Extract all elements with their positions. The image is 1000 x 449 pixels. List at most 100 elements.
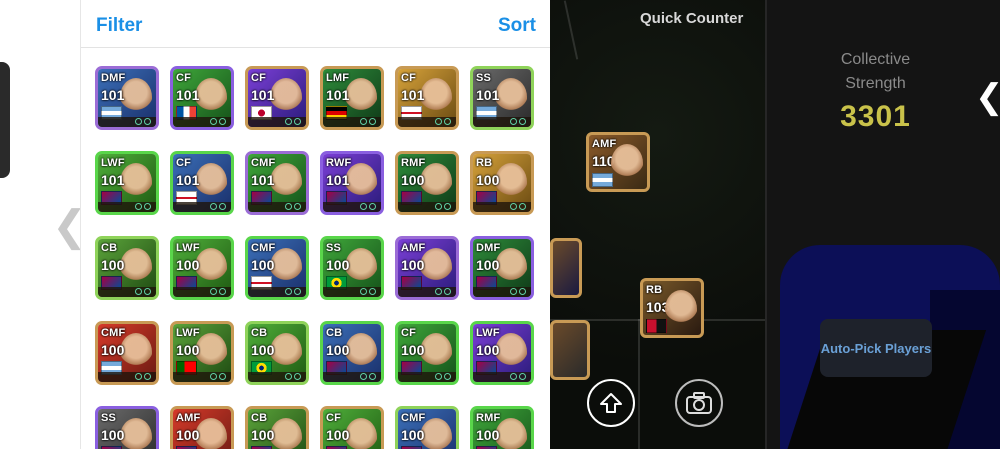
player-position: DMF	[476, 242, 501, 254]
player-position: CMF	[101, 327, 126, 339]
card-footer	[173, 117, 231, 127]
sort-button[interactable]: Sort	[498, 15, 536, 37]
skill-dot-icon	[135, 203, 142, 210]
player-card[interactable]: CB 100	[245, 321, 309, 385]
filter-button[interactable]: Filter	[96, 15, 142, 37]
card-footer	[173, 372, 231, 382]
player-portrait	[345, 248, 377, 286]
player-portrait	[611, 144, 643, 182]
player-card[interactable]: LWF 101	[95, 151, 159, 215]
player-rating: 101	[326, 172, 350, 188]
player-position: CMF	[251, 242, 276, 254]
card-footer	[473, 372, 531, 382]
skill-dot-icon	[294, 288, 301, 295]
player-card[interactable]: CB 100	[95, 236, 159, 300]
player-card[interactable]: CB 100	[320, 321, 384, 385]
skill-dot-icon	[360, 373, 367, 380]
player-rating: 101	[251, 87, 275, 103]
player-card[interactable]: AMF 100	[170, 406, 234, 449]
player-card[interactable]: RMF 100	[470, 406, 534, 449]
player-card[interactable]: CMF 101	[245, 151, 309, 215]
player-rating: 101	[101, 87, 125, 103]
player-card[interactable]: AMF 100	[395, 236, 459, 300]
player-portrait	[665, 290, 697, 328]
player-rating: 100	[251, 257, 275, 273]
skill-dot-icon	[435, 203, 442, 210]
pitch-player-card[interactable]: AMF 110	[586, 132, 650, 192]
player-card[interactable]: SS 101	[470, 66, 534, 130]
pitch-player-card-partial[interactable]	[550, 320, 590, 380]
pitch-player-card-partial[interactable]	[550, 238, 582, 298]
player-card[interactable]: RWF 101	[320, 151, 384, 215]
player-card[interactable]: CF 101	[245, 66, 309, 130]
player-position: CF	[176, 157, 192, 169]
player-card[interactable]: SS 100	[320, 236, 384, 300]
player-card[interactable]: SS 100	[95, 406, 159, 449]
player-card[interactable]: CMF 100	[95, 321, 159, 385]
player-position: CF	[251, 72, 267, 84]
player-portrait	[120, 418, 152, 449]
player-card[interactable]: DMF 100	[470, 236, 534, 300]
card-footer	[398, 202, 456, 212]
player-card[interactable]: LWF 100	[170, 236, 234, 300]
player-card[interactable]: CMF 100	[245, 236, 309, 300]
player-position: CMF	[401, 412, 426, 424]
player-card[interactable]: CF 101	[170, 66, 234, 130]
player-card[interactable]: CF 100	[395, 321, 459, 385]
player-card[interactable]: CF 100	[320, 406, 384, 449]
player-rating: 100	[176, 257, 200, 273]
player-card[interactable]: CF 101	[395, 66, 459, 130]
skill-dot-icon	[444, 203, 451, 210]
player-position: RMF	[401, 157, 426, 169]
player-rating: 101	[251, 172, 275, 188]
player-card[interactable]: LMF 101	[320, 66, 384, 130]
player-rating: 101	[101, 172, 125, 188]
card-footer	[473, 202, 531, 212]
skill-dot-icon	[294, 118, 301, 125]
card-footer	[248, 202, 306, 212]
player-position: CF	[326, 412, 342, 424]
skill-dot-icon	[369, 288, 376, 295]
player-rating: 100	[251, 342, 275, 358]
card-footer	[248, 372, 306, 382]
skill-dot-icon	[219, 373, 226, 380]
card-footer	[398, 117, 456, 127]
player-position: CMF	[251, 157, 276, 169]
camera-icon[interactable]	[675, 379, 723, 427]
player-rating: 101	[326, 87, 350, 103]
arrow-up-icon[interactable]	[587, 379, 635, 427]
player-portrait	[270, 418, 302, 449]
player-portrait	[195, 78, 227, 116]
auto-pick-button[interactable]: Auto-Pick Players	[820, 319, 932, 377]
player-position: CB	[251, 412, 268, 424]
player-card[interactable]: LWF 100	[170, 321, 234, 385]
skill-dot-icon	[444, 118, 451, 125]
player-position: CB	[326, 327, 343, 339]
player-card[interactable]: CMF 100	[395, 406, 459, 449]
pitch-player-card[interactable]: RB 103	[640, 278, 704, 338]
player-card[interactable]: RMF 100	[395, 151, 459, 215]
skill-dot-icon	[219, 288, 226, 295]
skill-dot-icon	[360, 118, 367, 125]
player-rating: 101	[176, 87, 200, 103]
skill-dot-icon	[135, 288, 142, 295]
player-card[interactable]: DMF 101	[95, 66, 159, 130]
card-footer	[473, 117, 531, 127]
card-footer	[173, 287, 231, 297]
card-footer	[323, 372, 381, 382]
player-position: LWF	[476, 327, 500, 339]
player-card[interactable]: CF 101	[170, 151, 234, 215]
skill-dot-icon	[210, 288, 217, 295]
player-position: AMF	[592, 138, 617, 150]
pitch-line	[638, 319, 640, 449]
player-card[interactable]: LWF 100	[470, 321, 534, 385]
player-card[interactable]: CB 100	[245, 406, 309, 449]
player-position: CB	[251, 327, 268, 339]
card-footer	[98, 202, 156, 212]
skill-dot-icon	[219, 118, 226, 125]
player-card[interactable]: RB 100	[470, 151, 534, 215]
chevron-right-icon[interactable]: ❮	[975, 80, 1000, 114]
card-footer	[98, 287, 156, 297]
player-portrait	[270, 333, 302, 371]
skill-dot-icon	[285, 118, 292, 125]
